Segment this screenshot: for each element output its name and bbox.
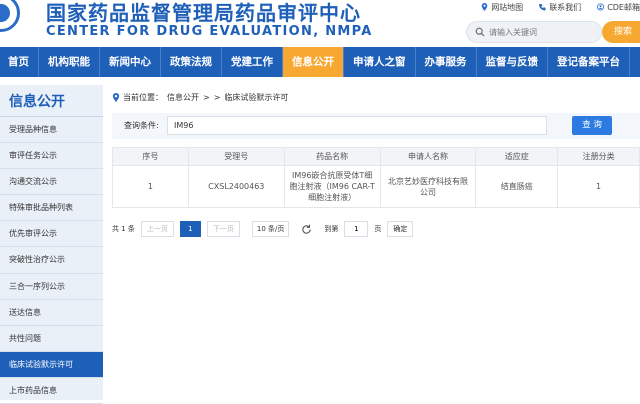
nav-home[interactable]: 首页 xyxy=(0,47,39,77)
sitemap-link[interactable]: 网站地图 xyxy=(481,0,523,14)
sidebar-item-acceptance[interactable]: 受理品种信息 xyxy=(0,117,103,144)
prev-page-button[interactable]: 上一页 xyxy=(140,221,174,237)
sidebar-item-delivery[interactable]: 送达信息 xyxy=(0,300,103,326)
breadcrumb: 当前位置： 信息公开 > > 临床试验默示许可 xyxy=(112,85,640,109)
site-search-button[interactable]: 搜索 xyxy=(602,21,640,43)
nav-applicant[interactable]: 申请人之窗 xyxy=(344,47,416,77)
breadcrumb-sep: > xyxy=(213,92,221,102)
col-drug-name: 药品名称 xyxy=(283,147,381,166)
location-pin-icon xyxy=(481,3,488,11)
col-category: 注册分类 xyxy=(557,147,640,166)
cell-category: 1 xyxy=(557,165,640,208)
total-count: 共 1 条 xyxy=(112,225,135,233)
filter-input[interactable] xyxy=(167,116,547,135)
site-title-cn[interactable]: 国家药品监督管理局药品审评中心 xyxy=(46,0,361,26)
filter-bar: 查询条件: 查 询 xyxy=(112,113,640,139)
refresh-icon[interactable] xyxy=(301,224,312,235)
page-number-current[interactable]: 1 xyxy=(179,221,201,237)
col-indication: 适应症 xyxy=(475,147,559,166)
sidebar-item-common-issues[interactable]: 共性问题 xyxy=(0,326,103,352)
breadcrumb-current: 临床试验默示许可 xyxy=(224,92,289,102)
site-search-input[interactable] xyxy=(489,25,594,39)
goto-confirm-button[interactable]: 确定 xyxy=(387,221,414,237)
page-unit-label: 页 xyxy=(374,225,382,233)
pagination: 共 1 条 上一页 1 下一页 10 条/页 到第 页 确定 xyxy=(112,221,414,237)
site-header: 国家药品监督管理局药品审评中心 CENTER FOR DRUG EVALUATI… xyxy=(0,0,640,46)
cell-applicant: 北京艺妙医疗科技有限公司 xyxy=(379,165,477,208)
query-button[interactable]: 查 询 xyxy=(572,116,612,135)
search-icon xyxy=(475,27,485,37)
nav-services[interactable]: 办事服务 xyxy=(416,47,477,77)
next-page-button[interactable]: 下一页 xyxy=(206,221,240,237)
filter-label: 查询条件: xyxy=(124,121,159,130)
nav-news[interactable]: 新闻中心 xyxy=(100,47,161,77)
breadcrumb-prefix: 当前位置： xyxy=(123,92,163,102)
page-size-select[interactable]: 10 条/页 xyxy=(251,221,290,237)
nav-info-disclosure[interactable]: 信息公开 xyxy=(283,47,344,77)
sidebar-item-marketed-drugs[interactable]: 上市药品信息 xyxy=(0,378,103,404)
sidebar-item-three-in-one[interactable]: 三合一序列公示 xyxy=(0,274,103,300)
sidebar-title: 信息公开 xyxy=(0,85,103,117)
sidebar-item-priority-review[interactable]: 优先审评公示 xyxy=(0,221,103,248)
col-acceptance-no: 受理号 xyxy=(187,147,285,166)
main-content: 当前位置： 信息公开 > > 临床试验默示许可 查询条件: 查 询 序号 受理号… xyxy=(112,85,640,237)
sidebar-item-communication[interactable]: 沟通交流公示 xyxy=(0,169,103,196)
cell-indication: 结直肠癌 xyxy=(475,165,559,208)
table-row[interactable]: 1 CXSL2400463 IM96嵌合抗原受体T细胞注射液（IM96 CAR-… xyxy=(112,165,640,208)
nav-party[interactable]: 党建工作 xyxy=(222,47,283,77)
nav-registration[interactable]: 登记备案平台 xyxy=(548,47,630,77)
contact-label: 联系我们 xyxy=(549,2,582,12)
phone-icon xyxy=(539,3,546,11)
site-search xyxy=(466,21,602,43)
sidebar-item-breakthrough[interactable]: 突破性治疗公示 xyxy=(0,247,103,274)
breadcrumb-sep: > xyxy=(203,92,210,102)
sidebar: 信息公开 受理品种信息 审评任务公示 沟通交流公示 特殊审批品种列表 优先审评公… xyxy=(0,85,103,404)
user-icon xyxy=(597,3,605,11)
goto-label: 到第 xyxy=(324,225,339,233)
site-title-en: CENTER FOR DRUG EVALUATION, NMPA xyxy=(46,24,373,39)
cell-index: 1 xyxy=(112,165,189,208)
sitemap-label: 网站地图 xyxy=(491,2,524,12)
cde-mail-link[interactable]: CDE邮箱 xyxy=(597,0,640,14)
main-nav: 首页 机构职能 新闻中心 政策法规 党建工作 信息公开 申请人之窗 办事服务 监… xyxy=(0,47,640,77)
breadcrumb-info[interactable]: 信息公开 xyxy=(167,92,199,103)
sidebar-item-review-tasks[interactable]: 审评任务公示 xyxy=(0,143,103,170)
contact-link[interactable]: 联系我们 xyxy=(539,0,581,14)
sidebar-item-special-approval[interactable]: 特殊审批品种列表 xyxy=(0,195,103,222)
col-index: 序号 xyxy=(112,147,189,166)
nav-feedback[interactable]: 监督与反馈 xyxy=(477,47,548,77)
table-header-row: 序号 受理号 药品名称 申请人名称 适应症 注册分类 xyxy=(112,147,640,166)
goto-page-input[interactable] xyxy=(344,221,369,237)
nav-policy[interactable]: 政策法规 xyxy=(161,47,222,77)
cde-mail-label: CDE邮箱 xyxy=(607,2,640,12)
top-links: 网站地图 联系我们 CDE邮箱 xyxy=(465,0,640,14)
cell-drug-name: IM96嵌合抗原受体T细胞注射液（IM96 CAR-T细胞注射液） xyxy=(283,165,381,208)
cde-logo[interactable] xyxy=(0,0,20,32)
sidebar-item-clinical-trial[interactable]: 临床试验默示许可 xyxy=(0,351,103,378)
location-icon xyxy=(112,92,120,102)
results-table: 序号 受理号 药品名称 申请人名称 适应症 注册分类 1 CXSL2400463… xyxy=(112,147,640,208)
nav-functions[interactable]: 机构职能 xyxy=(39,47,100,77)
cell-acceptance-no: CXSL2400463 xyxy=(187,165,285,208)
col-applicant: 申请人名称 xyxy=(379,147,477,166)
